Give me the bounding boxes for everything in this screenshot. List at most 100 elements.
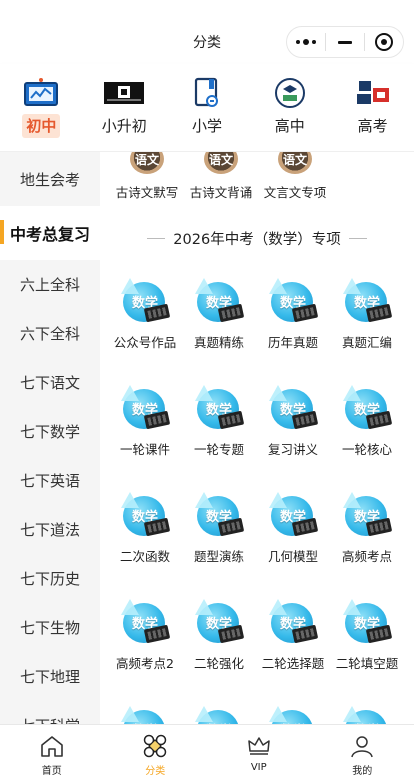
grid-item[interactable]: 数学 一轮核心 — [330, 387, 404, 458]
grid-item[interactable]: 数学 复习讲义 — [256, 387, 330, 458]
item-label: 古诗文默写 — [115, 185, 179, 200]
math-book-icon: 数学 — [267, 280, 319, 324]
sidebar-item-active[interactable]: 中考总复习 — [0, 206, 100, 260]
tabbar-vip[interactable]: VIP — [207, 725, 311, 780]
item-label: 高频考点 — [341, 549, 392, 564]
item-label: 文言文专项 — [263, 185, 327, 200]
more-button[interactable] — [287, 27, 325, 57]
item-label: 几何模型 — [267, 549, 318, 564]
sidebar-item[interactable]: 七下道法 — [0, 505, 100, 554]
grid-item[interactable]: 数学 公众号作品 — [108, 280, 182, 351]
grid-item[interactable]: 数学 一轮专题 — [182, 387, 256, 458]
school-badge-icon — [269, 76, 311, 110]
chalkboard-icon — [20, 76, 62, 110]
book-icon — [186, 76, 228, 110]
tabbar-mine[interactable]: 我的 — [311, 725, 414, 780]
user-icon — [351, 736, 373, 758]
tab-label: 高中 — [274, 117, 305, 135]
grid-item[interactable]: 数学二模猜题卷 — [256, 708, 330, 724]
grid-item[interactable]: 数学 几何模型 — [256, 494, 330, 565]
tabbar-label: 分类 — [145, 766, 166, 777]
math-book-icon: 数学 — [267, 387, 319, 431]
page: 分类 初中 小升初 小学 高中 高考 地生会考 中考总复习 六上全科 六下全科 … — [0, 0, 414, 780]
tab-primary-to-junior[interactable]: 小升初 — [83, 64, 166, 151]
math-items-grid: 数学 公众号作品 数学 真题精练 数学 历年真题 数学 真题汇编 数学 一轮课件 数学 一轮专题 数学复… — [108, 280, 408, 724]
grid-item[interactable]: 数学 真题汇编 — [330, 280, 404, 351]
crown-icon — [248, 737, 270, 755]
tab-label: 小学 — [191, 117, 222, 135]
tab-primary[interactable]: 小学 — [166, 64, 249, 151]
math-book-icon: 数学 — [341, 387, 393, 431]
sidebar-item[interactable]: 六上全科 — [0, 260, 100, 309]
grid-item[interactable]: 语文 古诗文默写 — [110, 152, 184, 201]
math-book-icon: 数学 — [193, 601, 245, 645]
sidebar-item[interactable]: 七下语文 — [0, 358, 100, 407]
sidebar-item[interactable]: 地生会考 — [0, 152, 100, 206]
minimize-button[interactable] — [326, 27, 364, 57]
chinese-book-icon: 语文 — [128, 152, 166, 178]
item-label: 高频考点2 — [116, 656, 174, 671]
item-label: 古诗文背诵 — [189, 185, 253, 200]
tab-label: 小升初 — [101, 117, 147, 135]
sidebar-item[interactable]: 七下科学 — [0, 701, 100, 724]
math-book-icon: 数学 — [119, 494, 171, 538]
math-book-icon: 数学 — [193, 494, 245, 538]
banner-icon — [103, 76, 145, 110]
tab-senior-high[interactable]: 高中 — [248, 64, 331, 151]
item-label: 公众号作品 — [113, 335, 177, 350]
sidebar-item[interactable]: 七下英语 — [0, 456, 100, 505]
item-label: 复习讲义 — [267, 442, 318, 457]
item-label: 题型演练 — [193, 549, 244, 564]
grid-item[interactable]: 数学 真题精练 — [182, 280, 256, 351]
category-icon — [144, 734, 167, 758]
grid-item[interactable]: 数学二轮讲义 — [182, 708, 256, 724]
grade-tabs: 初中 小升初 小学 高中 高考 — [0, 64, 414, 152]
close-button[interactable] — [365, 27, 403, 57]
grid-item[interactable]: 数学 二轮强化 — [182, 601, 256, 672]
tabbar-label: 我的 — [352, 766, 373, 777]
grid-item[interactable]: 数学高频考点2 — [108, 601, 182, 672]
sidebar-item[interactable]: 七下地理 — [0, 652, 100, 701]
tab-gaokao[interactable]: 高考 — [331, 64, 414, 151]
grid-item[interactable]: 数学 题型演练 — [182, 494, 256, 565]
grid-item[interactable]: 数学 二次函数 — [108, 494, 182, 565]
tab-label: 高考 — [357, 117, 388, 135]
target-icon — [375, 33, 393, 51]
item-label: 真题汇编 — [341, 335, 392, 350]
sidebar-item[interactable]: 六下全科 — [0, 309, 100, 358]
tabbar-label: VIP — [250, 762, 267, 773]
bottom-tabbar: 首页 分类 VIP 我的 — [0, 724, 414, 780]
item-label: 真题精练 — [193, 335, 244, 350]
grid-item[interactable]: 数学 高频考点 — [330, 494, 404, 565]
item-label: 二轮填空题 — [335, 656, 399, 671]
math-book-icon: 数学 — [267, 708, 319, 724]
grid-item[interactable]: 数学 二轮选择题 — [256, 601, 330, 672]
grid-item[interactable]: 数学 二轮填空题 — [330, 601, 404, 672]
sidebar-item[interactable]: 七下历史 — [0, 554, 100, 603]
sidebar-item[interactable]: 七下生物 — [0, 603, 100, 652]
tab-junior-high[interactable]: 初中 — [0, 64, 83, 151]
grid-item[interactable]: 语文 古诗文背诵 — [184, 152, 258, 201]
item-label: 一轮课件 — [119, 442, 170, 457]
item-label: 历年真题 — [267, 335, 318, 350]
minimize-icon — [338, 40, 352, 44]
grid-item[interactable]: 语文 文言文专项 — [258, 152, 332, 201]
math-book-icon: 数学 — [193, 280, 245, 324]
tabbar-category[interactable]: 分类 — [104, 725, 208, 780]
grid-item[interactable]: 数学 一轮课件 — [108, 387, 182, 458]
math-book-icon: 数学 — [341, 601, 393, 645]
item-label: 二轮强化 — [193, 656, 244, 671]
content-panel: 语文 古诗文默写 语文 古诗文背诵 语文 文言文专项 2026年中考（数学）专项 — [100, 152, 414, 724]
math-book-icon: 数学 — [119, 601, 171, 645]
math-book-icon: 数学 — [119, 280, 171, 324]
grid-item[interactable]: 数学 历年真题 — [256, 280, 330, 351]
grid-item[interactable]: 数学二轮热点题 — [330, 708, 404, 724]
tab-label: 初中 — [22, 114, 61, 138]
nav-header: 分类 — [0, 0, 414, 64]
mini-program-capsule — [286, 26, 404, 58]
subject-sidebar: 地生会考 中考总复习 六上全科 六下全科 七下语文 七下数学 七下英语 七下道法… — [0, 152, 100, 724]
sidebar-item[interactable]: 七下数学 — [0, 407, 100, 456]
tabbar-home[interactable]: 首页 — [0, 725, 104, 780]
math-book-icon: 数学 — [193, 387, 245, 431]
grid-item[interactable]: 数学二轮解答题 — [108, 708, 182, 724]
